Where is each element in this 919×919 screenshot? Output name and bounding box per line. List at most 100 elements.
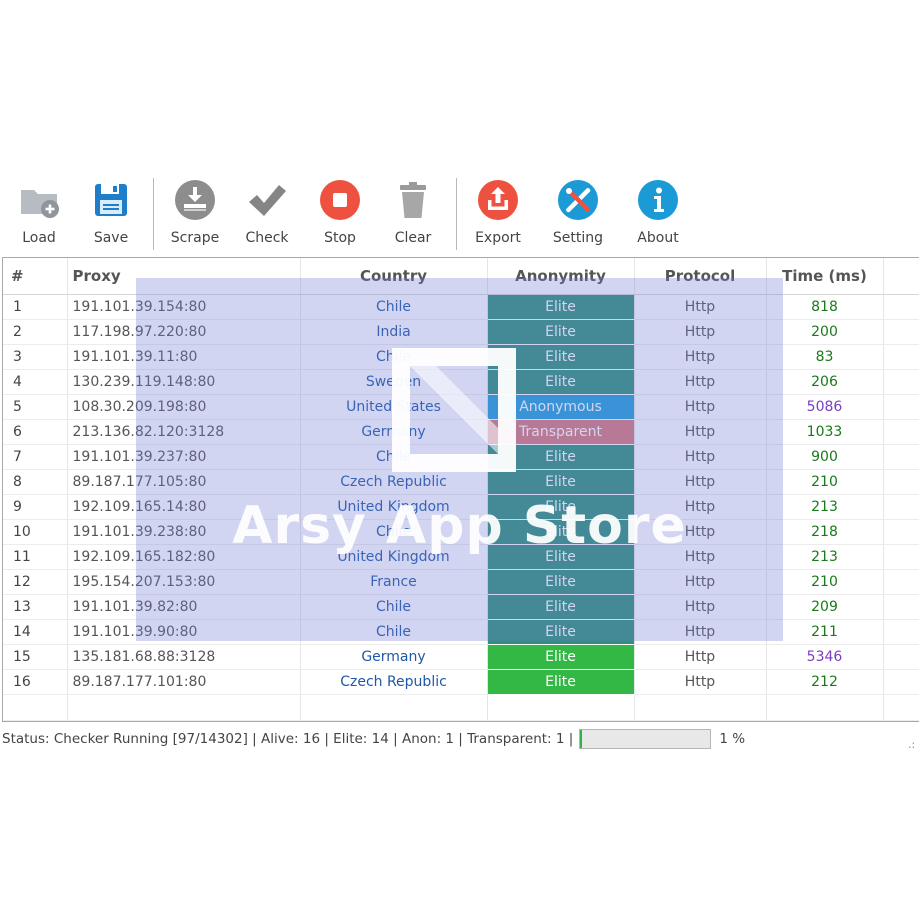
column-header-country[interactable]: Country: [300, 258, 488, 295]
cell-blank: [883, 544, 919, 570]
column-header-blank: [883, 258, 919, 295]
cell-blank: [883, 644, 919, 670]
export-label: Export: [475, 230, 521, 246]
cell-empty: [766, 694, 884, 721]
stop-label: Stop: [324, 230, 356, 246]
resize-grip[interactable]: .:: [908, 738, 915, 751]
table-row[interactable]: 8 89.187.177.105:80 Czech Republic Elite Htt…: [3, 469, 919, 495]
table-row[interactable]: 12 195.154.207.153:80 France Elite Http 210: [3, 569, 919, 595]
cell-index: 4: [3, 369, 68, 395]
folder-add-icon: [21, 190, 59, 218]
about-button[interactable]: About: [622, 172, 694, 252]
column-header-protocol[interactable]: Protocol: [634, 258, 767, 295]
cell-country: Czech Republic: [300, 469, 488, 495]
cell-anonymity: Elite: [487, 494, 635, 520]
table-row[interactable]: 16 89.187.177.101:80 Czech Republic Elite Ht…: [3, 669, 919, 695]
cell-protocol: Http: [634, 369, 767, 395]
cell-time: 209: [766, 594, 884, 620]
progress-label: 1 %: [719, 731, 746, 747]
cell-blank: [883, 569, 919, 595]
table-row[interactable]: 11 192.109.165.182:80 United Kingdom Elite H…: [3, 544, 919, 570]
table-row[interactable]: 1 191.101.39.154:80 Chile Elite Http 818: [3, 294, 919, 320]
cell-blank: [883, 619, 919, 645]
cell-protocol: Http: [634, 519, 767, 545]
cell-proxy: 195.154.207.153:80: [67, 569, 301, 595]
header-row: # Proxy Country Anonymity Protocol Time …: [3, 258, 919, 295]
cell-time: 218: [766, 519, 884, 545]
save-label: Save: [93, 230, 129, 246]
cell-country: United Kingdom: [300, 544, 488, 570]
load-button[interactable]: Load: [3, 172, 75, 252]
cell-country: Chile: [300, 294, 488, 320]
cell-proxy: 135.181.68.88:3128: [67, 644, 301, 670]
setting-label: Setting: [552, 230, 604, 246]
cell-proxy: 192.109.165.14:80: [67, 494, 301, 520]
cell-protocol: Http: [634, 619, 767, 645]
cell-proxy: 117.198.97.220:80: [67, 319, 301, 345]
cell-blank: [883, 294, 919, 320]
cell-blank: [883, 519, 919, 545]
load-label: Load: [22, 230, 56, 246]
scrape-label: Scrape: [170, 230, 220, 246]
cell-anonymity: Elite: [487, 644, 635, 670]
about-label: About: [637, 230, 679, 246]
cell-protocol: Http: [634, 569, 767, 595]
table-row[interactable]: 6 213.136.82.120:3128 Germany Transparent Ht…: [3, 419, 919, 445]
table-row[interactable]: 3 191.101.39.11:80 Chile Elite Http 83: [3, 344, 919, 370]
export-button[interactable]: Export: [462, 172, 534, 252]
check-label: Check: [245, 230, 289, 246]
status-text: Status: Checker Running [97/14302] | Ali…: [2, 731, 574, 747]
column-header-index[interactable]: #: [3, 258, 68, 295]
cell-protocol: Http: [634, 419, 767, 445]
cell-empty: [883, 694, 919, 721]
check-button[interactable]: Check: [231, 172, 303, 252]
cell-time: 900: [766, 444, 884, 470]
cell-anonymity: Elite: [487, 369, 635, 395]
cell-anonymity: Elite: [487, 344, 635, 370]
cell-index: 2: [3, 319, 68, 345]
cell-protocol: Http: [634, 294, 767, 320]
cell-proxy: 130.239.119.148:80: [67, 369, 301, 395]
cell-empty: [3, 694, 68, 721]
empty-row: [3, 694, 919, 721]
stop-button[interactable]: Stop: [304, 172, 376, 252]
cell-protocol: Http: [634, 394, 767, 420]
table-row[interactable]: 7 191.101.39.237:80 Chile Elite Http 900: [3, 444, 919, 470]
cell-proxy: 192.109.165.182:80: [67, 544, 301, 570]
cell-blank: [883, 419, 919, 445]
cell-index: 3: [3, 344, 68, 370]
setting-button[interactable]: Setting: [542, 172, 614, 252]
cell-country: Chile: [300, 444, 488, 470]
table-row[interactable]: 15 135.181.68.88:3128 Germany Elite Http 5346: [3, 644, 919, 670]
table-row[interactable]: 9 192.109.165.14:80 United Kingdom Elite Htt…: [3, 494, 919, 520]
cell-proxy: 191.101.39.90:80: [67, 619, 301, 645]
cell-empty: [300, 694, 488, 721]
clear-button[interactable]: Clear: [377, 172, 449, 252]
cell-time: 211: [766, 619, 884, 645]
info-icon: [638, 180, 678, 220]
cell-time: 200: [766, 319, 884, 345]
cell-blank: [883, 444, 919, 470]
table-row[interactable]: 5 108.30.209.198:80 United States Anonymous…: [3, 394, 919, 420]
table-row[interactable]: 2 117.198.97.220:80 India Elite Http 200: [3, 319, 919, 345]
table-row[interactable]: 10 191.101.39.238:80 Chile Elite Http 218: [3, 519, 919, 545]
cell-proxy: 89.187.177.101:80: [67, 669, 301, 695]
proxy-grid[interactable]: # Proxy Country Anonymity Protocol Time …: [2, 257, 919, 722]
table-row[interactable]: 4 130.239.119.148:80 Sweden Elite Http 206: [3, 369, 919, 395]
save-button[interactable]: Save: [75, 172, 147, 252]
proxy-table-body: 1 191.101.39.154:80 Chile Elite Http 818 2 117.…: [3, 294, 919, 721]
table-row[interactable]: 14 191.101.39.90:80 Chile Elite Http 211: [3, 619, 919, 645]
cell-anonymity: Elite: [487, 444, 635, 470]
column-header-anonymity[interactable]: Anonymity: [487, 258, 635, 295]
cell-time: 213: [766, 544, 884, 570]
stop-icon: [320, 180, 360, 220]
scrape-button[interactable]: Scrape: [159, 172, 231, 252]
cell-country: Czech Republic: [300, 669, 488, 695]
cell-country: United Kingdom: [300, 494, 488, 520]
column-header-proxy[interactable]: Proxy: [67, 258, 301, 295]
cell-blank: [883, 594, 919, 620]
table-row[interactable]: 13 191.101.39.82:80 Chile Elite Http 209: [3, 594, 919, 620]
cell-time: 210: [766, 569, 884, 595]
cell-blank: [883, 469, 919, 495]
column-header-time[interactable]: Time (ms): [766, 258, 884, 295]
